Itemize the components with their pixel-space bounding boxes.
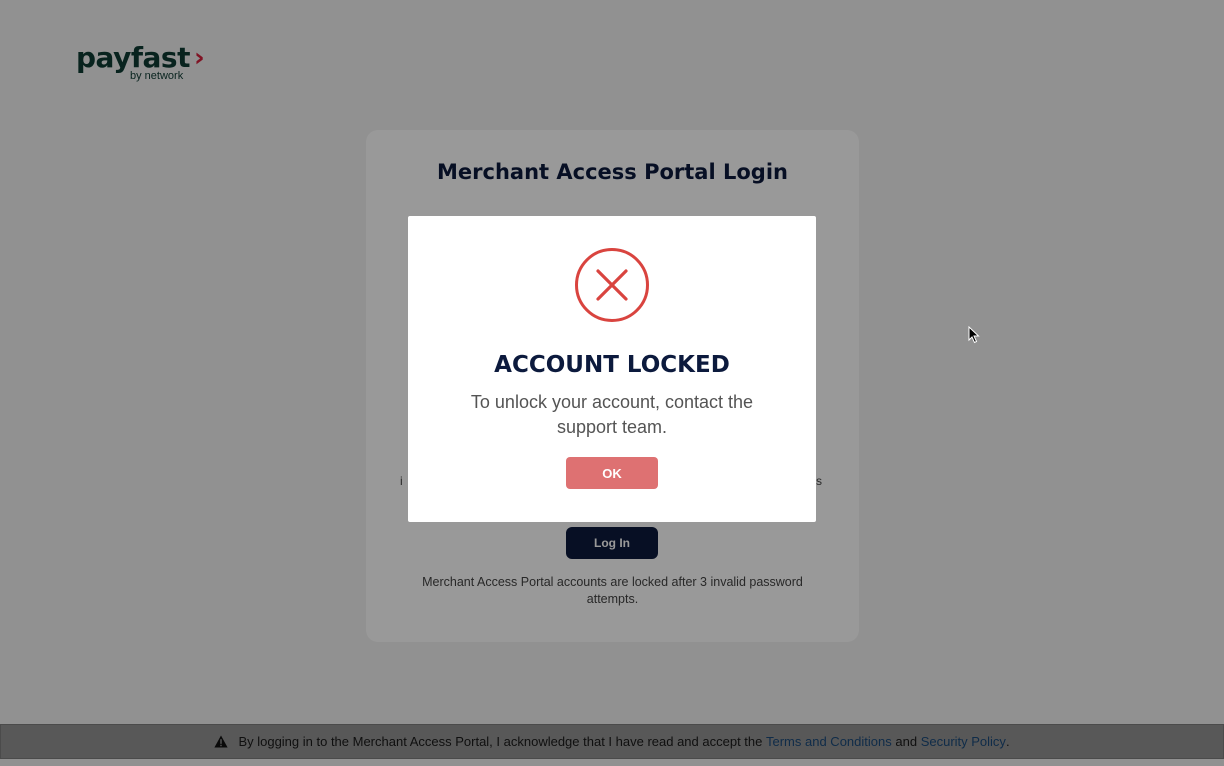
dialog-message: To unlock your account, contact the supp… [470, 392, 754, 437]
dialog-title: ACCOUNT LOCKED [494, 352, 730, 378]
mouse-cursor-icon [968, 326, 980, 344]
ok-button[interactable]: OK [566, 457, 658, 489]
error-x-icon [575, 248, 649, 322]
account-locked-dialog: ACCOUNT LOCKED To unlock your account, c… [408, 216, 816, 522]
